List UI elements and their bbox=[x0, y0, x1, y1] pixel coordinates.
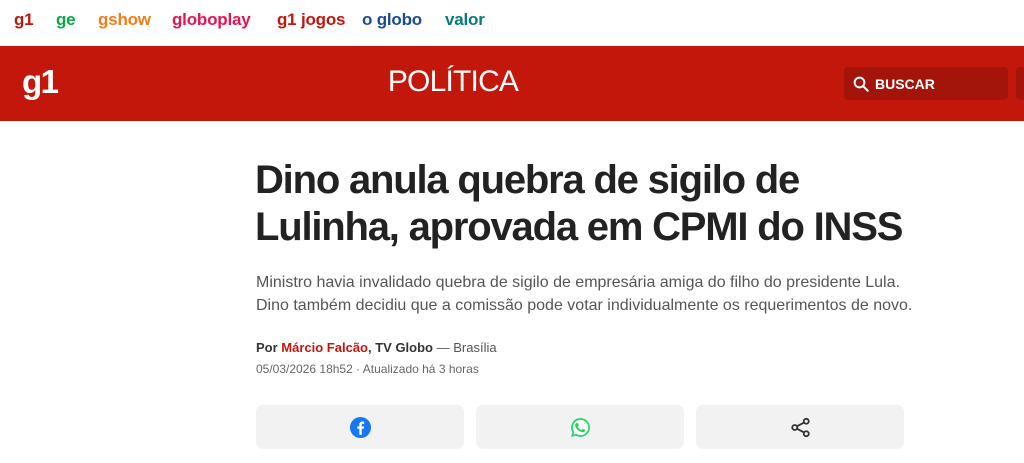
search-label: BUSCAR bbox=[875, 75, 935, 92]
share-facebook-button[interactable] bbox=[256, 405, 464, 449]
whatsapp-icon bbox=[570, 417, 590, 437]
publish-date: 05/03/2026 18h52 · Atualizado há 3 horas bbox=[256, 362, 479, 376]
author-link[interactable]: Márcio Falcão bbox=[281, 340, 368, 355]
topnav-link-valor[interactable]: valor bbox=[445, 10, 485, 30]
topnav-link-g1[interactable]: g1 bbox=[14, 10, 34, 30]
facebook-icon bbox=[349, 416, 371, 438]
section-title[interactable]: POLÍTICA bbox=[0, 65, 906, 99]
byline: Por Márcio Falcão, TV Globo — Brasília bbox=[256, 340, 497, 355]
search-button[interactable]: BUSCAR bbox=[844, 67, 1008, 100]
byline-location: — Brasília bbox=[433, 340, 497, 355]
globo-top-nav: g1 ge gshow globoplay g1 jogos o globo v… bbox=[0, 0, 1024, 46]
topnav-link-gshow[interactable]: gshow bbox=[98, 10, 151, 30]
menu-button[interactable] bbox=[1016, 67, 1024, 100]
share-whatsapp-button[interactable] bbox=[476, 405, 684, 449]
byline-outlet: , TV Globo bbox=[368, 340, 433, 355]
article-headline: Dino anula quebra de sigilo de Lulinha, … bbox=[255, 158, 903, 249]
search-icon bbox=[853, 76, 869, 92]
topnav-link-ge[interactable]: ge bbox=[56, 10, 76, 30]
byline-prefix: Por bbox=[256, 340, 278, 355]
share-generic-button[interactable] bbox=[696, 405, 904, 449]
topnav-link-o-globo[interactable]: o globo bbox=[362, 10, 422, 30]
site-header: g1 POLÍTICA BUSCAR bbox=[0, 46, 1024, 121]
topnav-link-g1-jogos[interactable]: g1 jogos bbox=[277, 10, 345, 30]
share-icon bbox=[790, 417, 810, 437]
topnav-link-globoplay[interactable]: globoplay bbox=[172, 10, 251, 30]
article-subtitle: Ministro havia invalidado quebra de sigi… bbox=[256, 274, 913, 314]
